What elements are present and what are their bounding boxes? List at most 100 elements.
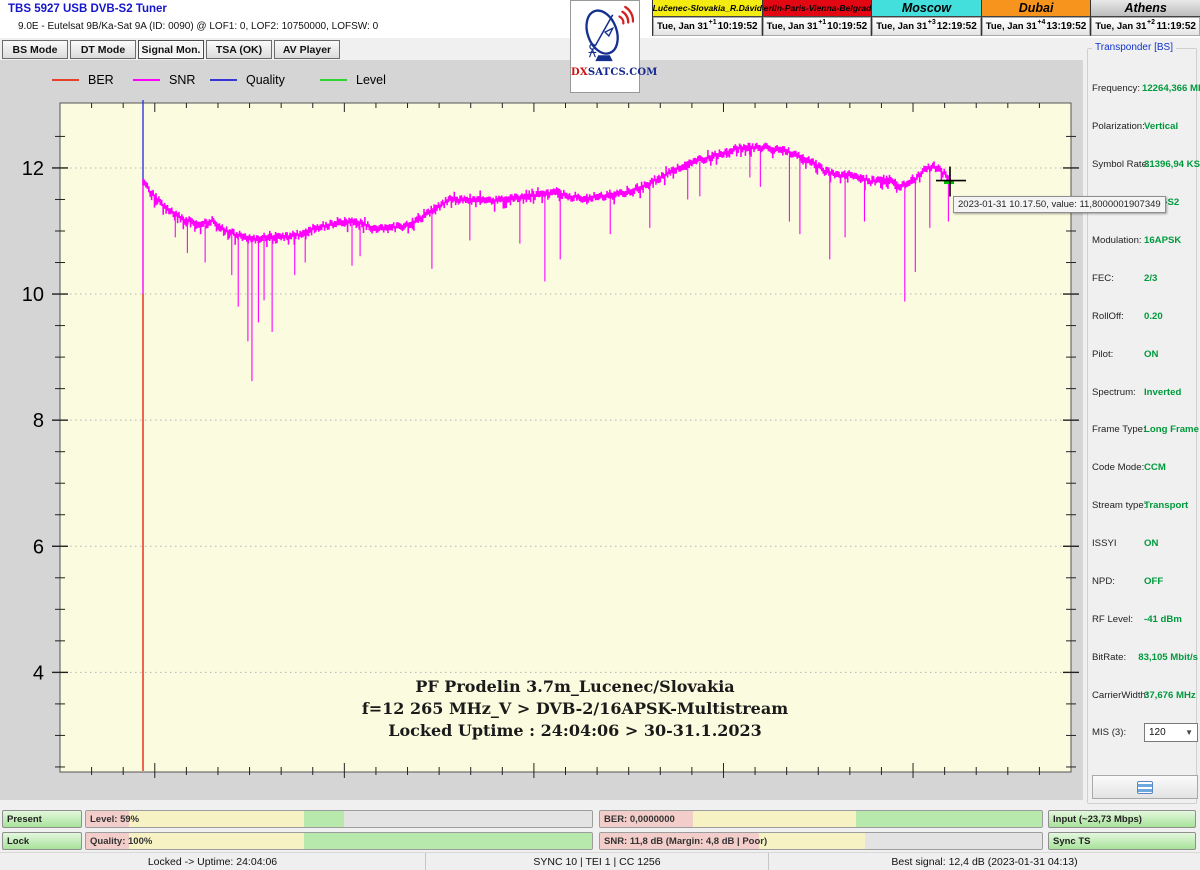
clock-3: DubaiTue, Jan 31+413:19:52 [981, 0, 1091, 36]
dxsatcs-logo: DXSATCS.COM [570, 0, 640, 93]
mis-label: MIS (3): [1092, 727, 1142, 738]
clock-4: AthensTue, Jan 31+211:19:52 [1090, 0, 1200, 36]
row-label: BitRate: [1092, 652, 1136, 663]
transponder-panel: Transponder [BS] Frequency:12264,366 MHz… [1083, 38, 1200, 808]
clock-city: Berlin-Paris-Vienna-Belgrade [763, 0, 872, 17]
transponder-row: NPD:OFF [1088, 563, 1198, 601]
row-label: Pilot: [1092, 349, 1142, 360]
row-value: Vertical [1144, 121, 1178, 132]
row-label: CarrierWidth: [1092, 690, 1142, 701]
tab-dt-mode[interactable]: DT Mode [70, 40, 136, 59]
row-label: ISSYI [1092, 538, 1142, 549]
statusbar-best-signal: Best signal: 12,4 dB (2023-01-31 04:13) [768, 853, 1200, 870]
clock-time: Tue, Jan 31+110:19:52 [653, 17, 762, 36]
window-title: TBS 5927 USB DVB-S2 Tuner [8, 3, 167, 15]
row-value: 16APSK [1144, 235, 1181, 246]
transponder-row: Frequency:12264,366 MHz [1088, 70, 1198, 108]
ber-bar-text: BER: 0,0000000 [604, 811, 675, 827]
mis-dropdown[interactable]: 120 ▼ [1144, 723, 1198, 742]
lock-badge: Lock [2, 832, 82, 850]
logo-text: DXSATCS.COM [571, 67, 639, 78]
clock-city: Lučenec-Slovakia_R.Dávid [653, 0, 762, 17]
row-value: -41 dBm [1144, 614, 1182, 625]
clock-time: Tue, Jan 31+312:19:52 [872, 17, 981, 36]
capture-button[interactable] [1092, 775, 1198, 799]
clock-2: MoscowTue, Jan 31+312:19:52 [871, 0, 981, 36]
quality-bar: Quality: 100% [85, 832, 593, 850]
clock-city: Athens [1091, 0, 1200, 17]
y-tick-label: 4 [33, 662, 44, 684]
level-bar-text: Level: 59% [90, 811, 139, 827]
row-label: NPD: [1092, 576, 1142, 587]
transponder-row: Code Mode:CCM [1088, 449, 1198, 487]
transponder-row: Modulation:16APSK [1088, 222, 1198, 260]
tab-tsa-ok-[interactable]: TSA (OK) [206, 40, 272, 59]
transponder-row: ISSYION [1088, 525, 1198, 563]
row-label: Modulation: [1092, 235, 1142, 246]
quality-bar-text: Quality: 100% [90, 833, 152, 849]
snr-bar: SNR: 11,8 dB (Margin: 4,8 dB | Poor) [599, 832, 1043, 850]
row-label: RollOff: [1092, 311, 1142, 322]
disk-icon [1137, 781, 1153, 794]
row-label: Frame Type: [1092, 424, 1142, 435]
mode-tabs: BS ModeDT ModeSignal Mon.TSA (OK)AV Play… [2, 40, 340, 60]
y-tick-label: 12 [22, 158, 44, 180]
transponder-row: RF Level:-41 dBm [1088, 600, 1198, 638]
row-label: RF Level: [1092, 614, 1142, 625]
present-badge: Present [2, 810, 82, 828]
row-value: ON [1144, 538, 1158, 549]
row-value: 2/3 [1144, 273, 1157, 284]
tuner-subtitle: 9.0E - Eutelsat 9B/Ka-Sat 9A (ID: 0090) … [18, 21, 378, 32]
row-label: Code Mode: [1092, 462, 1142, 473]
y-tick-label: 8 [33, 410, 44, 432]
row-label: Spectrum: [1092, 387, 1142, 398]
y-tick-label: 6 [33, 536, 44, 558]
transponder-rows: Frequency:12264,366 MHzPolarization:Vert… [1088, 70, 1198, 714]
transponder-row: Symbol Rate:31396,94 KS/s [1088, 146, 1198, 184]
statusbar: Locked -> Uptime: 24:04:06 SYNC 10 | TEI… [0, 852, 1200, 870]
row-label: Stream type: [1092, 500, 1142, 511]
transponder-row: RollOff:0.20 [1088, 297, 1198, 335]
row-value: 37,676 MHz [1144, 690, 1196, 701]
row-value: ON [1144, 349, 1158, 360]
transponder-row: FEC:2/3 [1088, 259, 1198, 297]
tab-av-player[interactable]: AV Player [274, 40, 340, 59]
plot-area[interactable] [60, 103, 1071, 772]
clock-time: Tue, Jan 31+211:19:52 [1091, 17, 1200, 36]
app-window: TBS 5927 USB DVB-S2 Tuner 9.0E - Eutelsa… [0, 0, 1200, 870]
transponder-title: Transponder [BS] [1092, 42, 1176, 53]
tab-signal-mon-[interactable]: Signal Mon. [138, 40, 204, 59]
clock-0: Lučenec-Slovakia_R.DávidTue, Jan 31+110:… [652, 0, 762, 36]
row-value: 12264,366 MHz [1142, 83, 1200, 94]
transponder-row: Frame Type:Long Frame [1088, 411, 1198, 449]
clock-time: Tue, Jan 31+110:19:52 [763, 17, 872, 36]
mis-row: MIS (3): 120 ▼ [1088, 721, 1198, 743]
statusbar-uptime: Locked -> Uptime: 24:04:06 [0, 853, 425, 870]
ber-bar: BER: 0,0000000 [599, 810, 1043, 828]
row-value: Inverted [1144, 387, 1181, 398]
row-label: Polarization: [1092, 121, 1142, 132]
transponder-row: Pilot:ON [1088, 335, 1198, 373]
row-value: 31396,94 KS/s [1144, 159, 1200, 170]
row-label: FEC: [1092, 273, 1142, 284]
signal-chart-panel: BERSNRQualityLevel 4681012 PF Prodelin 3… [0, 60, 1083, 800]
level-bar: Level: 59% [85, 810, 593, 828]
transponder-row: Stream type:Transport [1088, 487, 1198, 525]
transponder-row: BitRate:83,105 Mbit/s [1088, 638, 1198, 676]
transponder-row: Polarization:Vertical [1088, 108, 1198, 146]
world-clocks: Lučenec-Slovakia_R.DávidTue, Jan 31+110:… [652, 0, 1200, 36]
row-label: Symbol Rate: [1092, 159, 1142, 170]
row-value: CCM [1144, 462, 1166, 473]
clock-city: Dubai [982, 0, 1091, 17]
transponder-row: Spectrum:Inverted [1088, 373, 1198, 411]
clock-city: Moscow [872, 0, 981, 17]
tab-bs-mode[interactable]: BS Mode [2, 40, 68, 59]
satellite-dish-icon [576, 3, 634, 67]
row-value: 0.20 [1144, 311, 1163, 322]
clock-1: Berlin-Paris-Vienna-BelgradeTue, Jan 31+… [762, 0, 872, 36]
input-badge: Input (~23,73 Mbps) [1048, 810, 1196, 828]
transponder-groupbox: Transponder [BS] Frequency:12264,366 MHz… [1087, 48, 1197, 804]
statusbar-sync: SYNC 10 | TEI 1 | CC 1256 [425, 853, 768, 870]
row-value: 83,105 Mbit/s [1138, 652, 1198, 663]
y-tick-label: 10 [22, 284, 44, 306]
